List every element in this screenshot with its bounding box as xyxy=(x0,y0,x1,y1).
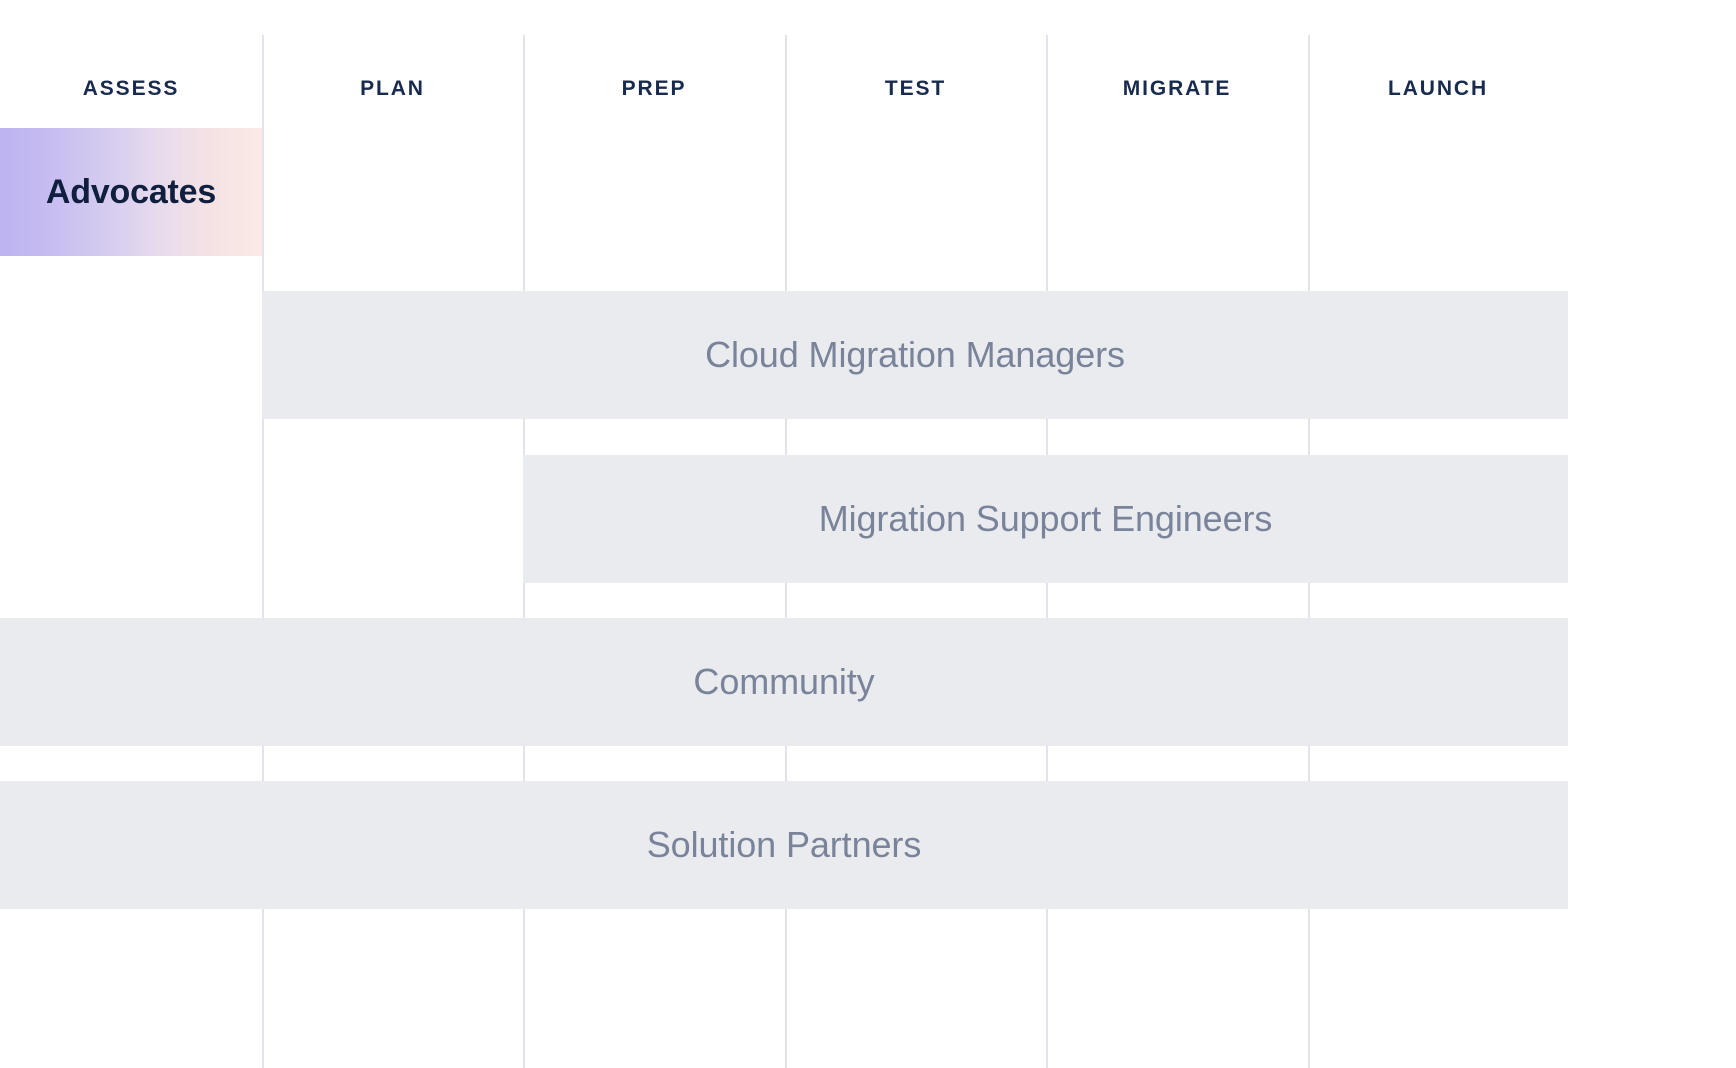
role-band-label-solution-partners: Solution Partners xyxy=(647,824,921,866)
phase-header-launch[interactable]: LAUNCH xyxy=(1308,0,1568,118)
role-band-label-community: Community xyxy=(693,661,874,703)
phase-header-test[interactable]: TEST xyxy=(785,0,1046,118)
role-band-solution-partners[interactable]: Solution Partners xyxy=(0,781,1568,909)
role-band-migration-support-engineers[interactable]: Migration Support Engineers xyxy=(523,455,1568,583)
role-band-label-migration-support-engineers: Migration Support Engineers xyxy=(819,498,1273,540)
role-band-label-advocates: Advocates xyxy=(46,173,216,212)
phase-header-plan[interactable]: PLAN xyxy=(262,0,523,118)
role-band-community[interactable]: Community xyxy=(0,618,1568,746)
phase-header-prep[interactable]: PREP xyxy=(523,0,785,118)
role-band-advocates[interactable]: Advocates xyxy=(0,128,262,256)
phase-header-row: ASSESSPLANPREPTESTMIGRATELAUNCH xyxy=(0,0,1736,118)
role-band-cloud-migration-managers[interactable]: Cloud Migration Managers xyxy=(262,291,1568,419)
role-band-label-cloud-migration-managers: Cloud Migration Managers xyxy=(705,334,1125,376)
phase-header-assess[interactable]: ASSESS xyxy=(0,0,262,118)
migration-roles-matrix-card: ASSESSPLANPREPTESTMIGRATELAUNCH Advocate… xyxy=(0,0,1736,1068)
phase-header-migrate[interactable]: MIGRATE xyxy=(1046,0,1308,118)
column-divider-plan xyxy=(262,35,264,1068)
